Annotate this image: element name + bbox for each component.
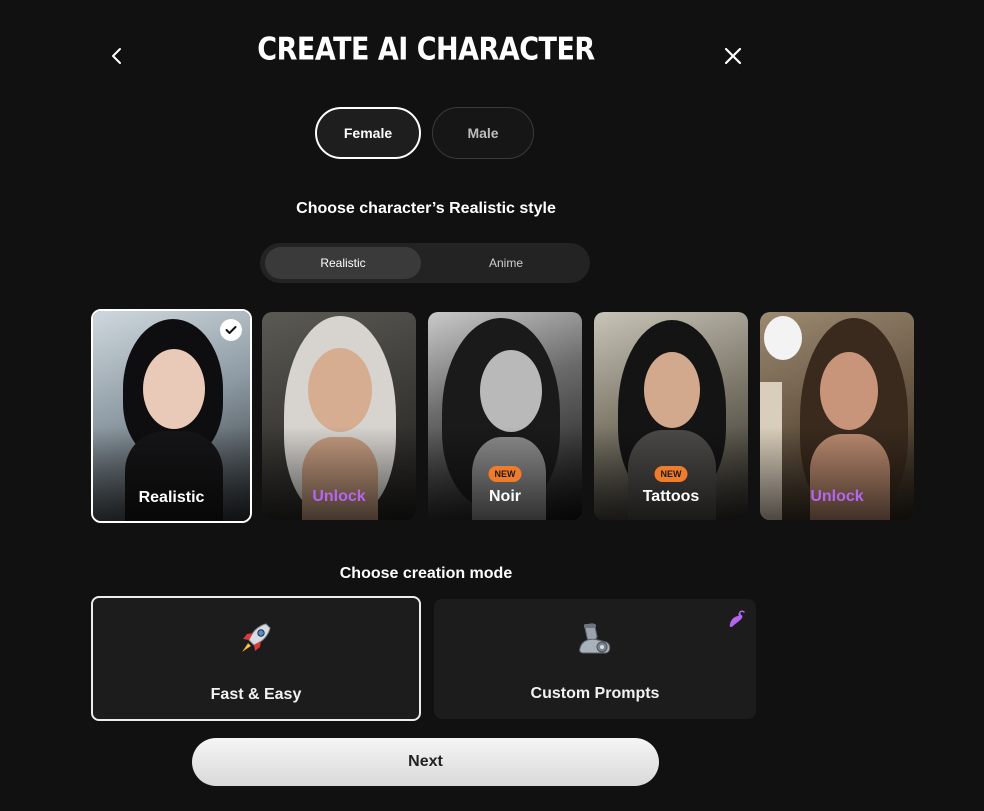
next-button-label: Next — [408, 753, 443, 770]
style-section-heading: Choose character’s Realistic style — [296, 200, 556, 217]
mode-custom-prompts-card[interactable]: Custom Prompts — [434, 599, 756, 719]
new-badge: NEW — [654, 466, 688, 482]
close-icon — [724, 47, 742, 65]
create-character-page: CREATE AI CHARACTER Female Male Choose c… — [0, 0, 984, 811]
gender-male-button[interactable]: Male — [432, 107, 534, 159]
gender-male-label: Male — [467, 125, 499, 141]
mode-section-heading: Choose creation mode — [339, 565, 513, 582]
style-card-realistic[interactable]: Realistic — [91, 309, 252, 523]
switch-realistic-option[interactable]: Realistic — [265, 247, 421, 279]
style-card-locked-1[interactable]: Unlock — [262, 312, 416, 520]
new-badge: NEW — [488, 466, 522, 482]
close-button[interactable] — [717, 40, 749, 72]
mode-label: Fast & Easy — [210, 686, 302, 703]
style-card-label: Unlock — [312, 488, 366, 505]
gender-female-label: Female — [343, 125, 393, 141]
mode-label: Custom Prompts — [530, 685, 660, 702]
style-card-label: Noir — [489, 488, 521, 505]
check-icon — [220, 319, 242, 341]
style-card-label: Tattoos — [642, 488, 700, 505]
next-button[interactable]: Next — [192, 738, 659, 786]
pepper-icon — [729, 610, 745, 628]
gender-female-button[interactable]: Female — [315, 107, 421, 159]
mechanical-arm-icon — [573, 617, 617, 661]
style-card-tattoos[interactable]: NEW Tattoos — [594, 312, 748, 520]
mode-fast-easy-card[interactable]: Fast & Easy — [91, 596, 421, 721]
switch-anime-option[interactable]: Anime — [428, 247, 584, 279]
rocket-icon — [234, 616, 278, 660]
style-card-label: Unlock — [810, 488, 864, 505]
style-card-label: Realistic — [138, 489, 205, 506]
style-card-noir[interactable]: NEW Noir — [428, 312, 582, 520]
style-card-locked-2[interactable]: Unlock — [760, 312, 914, 520]
style-type-switch: Realistic Anime — [260, 243, 590, 283]
